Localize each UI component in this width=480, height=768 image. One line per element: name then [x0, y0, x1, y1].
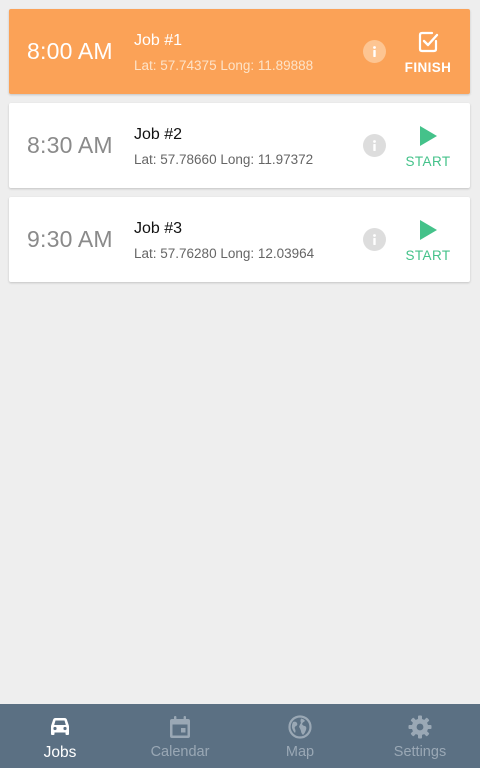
action-label: START: [405, 248, 451, 263]
nav-item-map[interactable]: Map: [240, 704, 360, 768]
nav-item-jobs[interactable]: Jobs: [0, 704, 120, 768]
globe-icon: [288, 715, 312, 739]
job-list: 8:00 AM Job #1 Lat: 57.74375 Long: 11.89…: [9, 9, 470, 291]
action-label: FINISH: [404, 60, 452, 75]
job-coordinates: Lat: 57.74375 Long: 11.89888: [134, 58, 314, 73]
bottom-navigation: Jobs Calendar Map Settings: [0, 704, 480, 768]
nav-label: Jobs: [43, 744, 77, 761]
info-icon[interactable]: [363, 40, 386, 63]
nav-item-calendar[interactable]: Calendar: [120, 704, 240, 768]
job-card-1[interactable]: 8:00 AM Job #1 Lat: 57.74375 Long: 11.89…: [9, 9, 470, 94]
job-title: Job #2: [134, 126, 183, 143]
checkbox-icon: [416, 30, 440, 54]
job-time: 8:30 AM: [27, 132, 113, 158]
finish-button[interactable]: FINISH: [397, 9, 459, 94]
action-label: START: [405, 154, 451, 169]
nav-label: Map: [285, 744, 315, 760]
start-button[interactable]: START: [397, 197, 459, 282]
start-button[interactable]: START: [397, 103, 459, 188]
job-card-3[interactable]: 9:30 AM Job #3 Lat: 57.76280 Long: 12.03…: [9, 197, 470, 282]
nav-label: Calendar: [150, 744, 210, 760]
nav-label: Settings: [393, 744, 447, 760]
car-icon: [48, 715, 72, 739]
play-icon: [418, 124, 438, 148]
job-card-2[interactable]: 8:30 AM Job #2 Lat: 57.78660 Long: 11.97…: [9, 103, 470, 188]
calendar-icon: [169, 715, 191, 739]
job-title: Job #1: [134, 32, 183, 49]
play-icon: [418, 218, 438, 242]
job-coordinates: Lat: 57.76280 Long: 12.03964: [134, 246, 315, 261]
job-time: 8:00 AM: [27, 38, 113, 64]
gear-icon: [408, 715, 432, 739]
nav-item-settings[interactable]: Settings: [360, 704, 480, 768]
job-time: 9:30 AM: [27, 226, 113, 252]
info-icon[interactable]: [363, 228, 386, 251]
info-icon[interactable]: [363, 134, 386, 157]
job-coordinates: Lat: 57.78660 Long: 11.97372: [134, 152, 314, 167]
job-title: Job #3: [134, 220, 183, 237]
